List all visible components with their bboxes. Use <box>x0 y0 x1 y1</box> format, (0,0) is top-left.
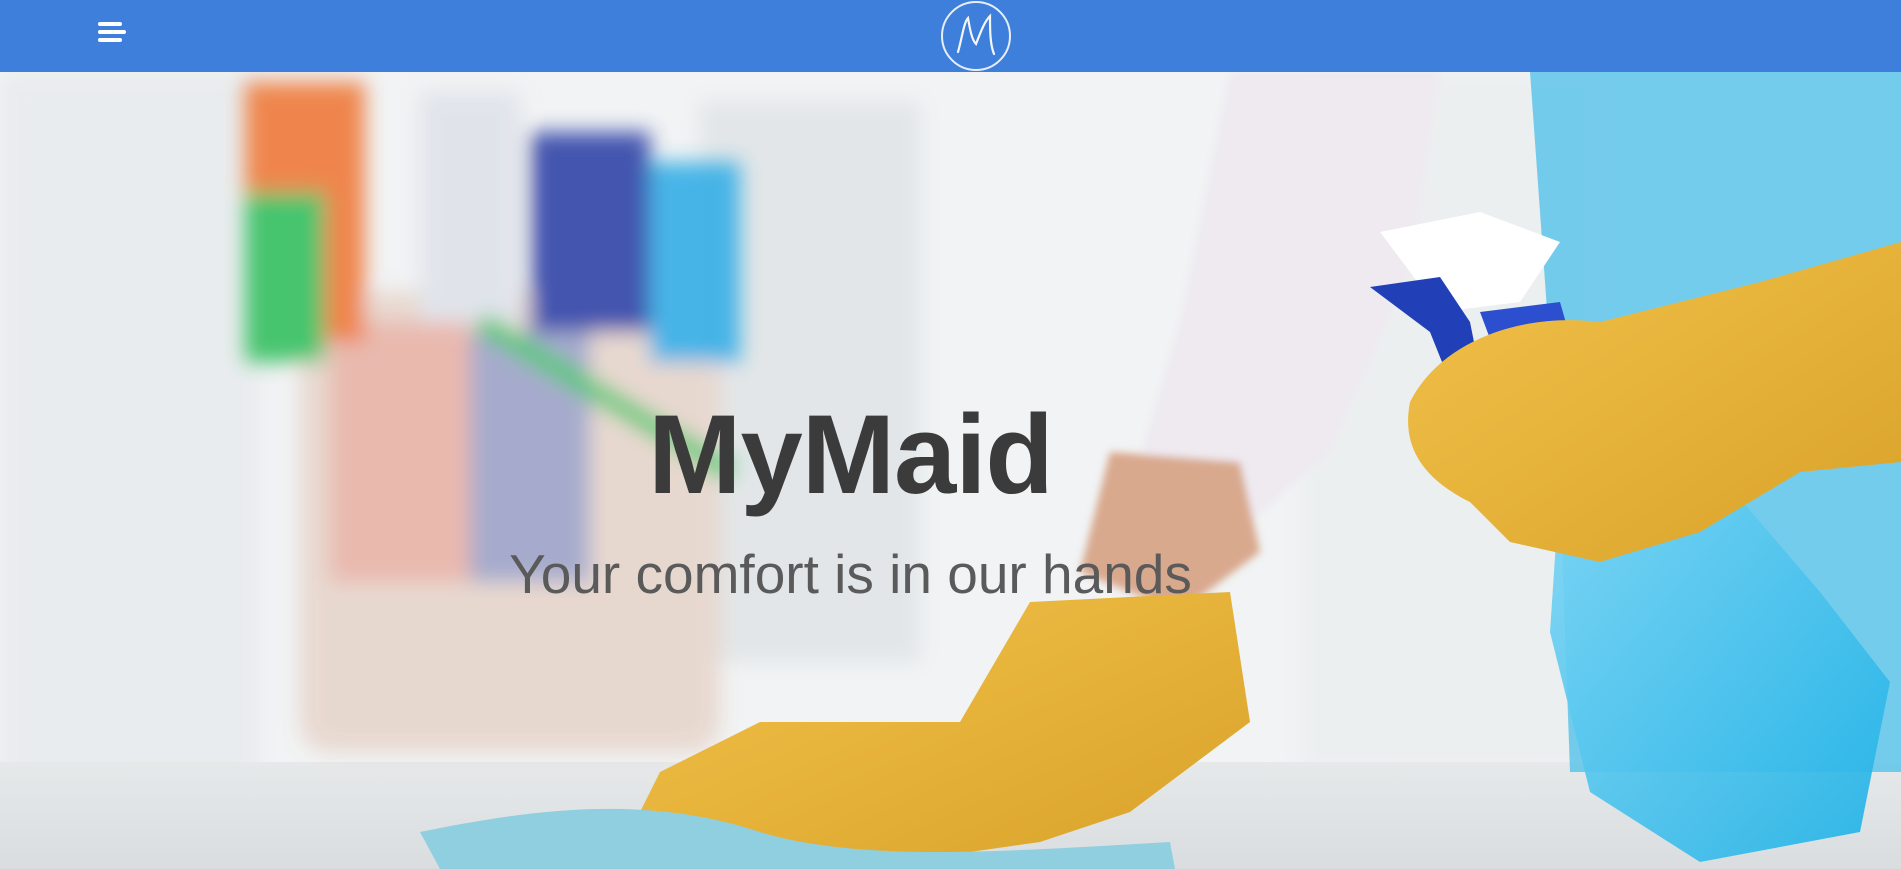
hero-tagline-text: Your comfort is in our hands <box>509 543 1192 605</box>
hero-title: MyMaid <box>0 390 1901 519</box>
hero-title-text: MyMaid <box>648 392 1054 517</box>
hamburger-menu-icon[interactable] <box>96 20 126 46</box>
hero-tagline: Your comfort is in our hands <box>0 542 1901 606</box>
hero-section: MyMaid Your comfort is in our hands <box>0 72 1901 869</box>
top-navigation-bar <box>0 0 1901 72</box>
mymaid-m-logo-icon[interactable] <box>940 0 1012 72</box>
